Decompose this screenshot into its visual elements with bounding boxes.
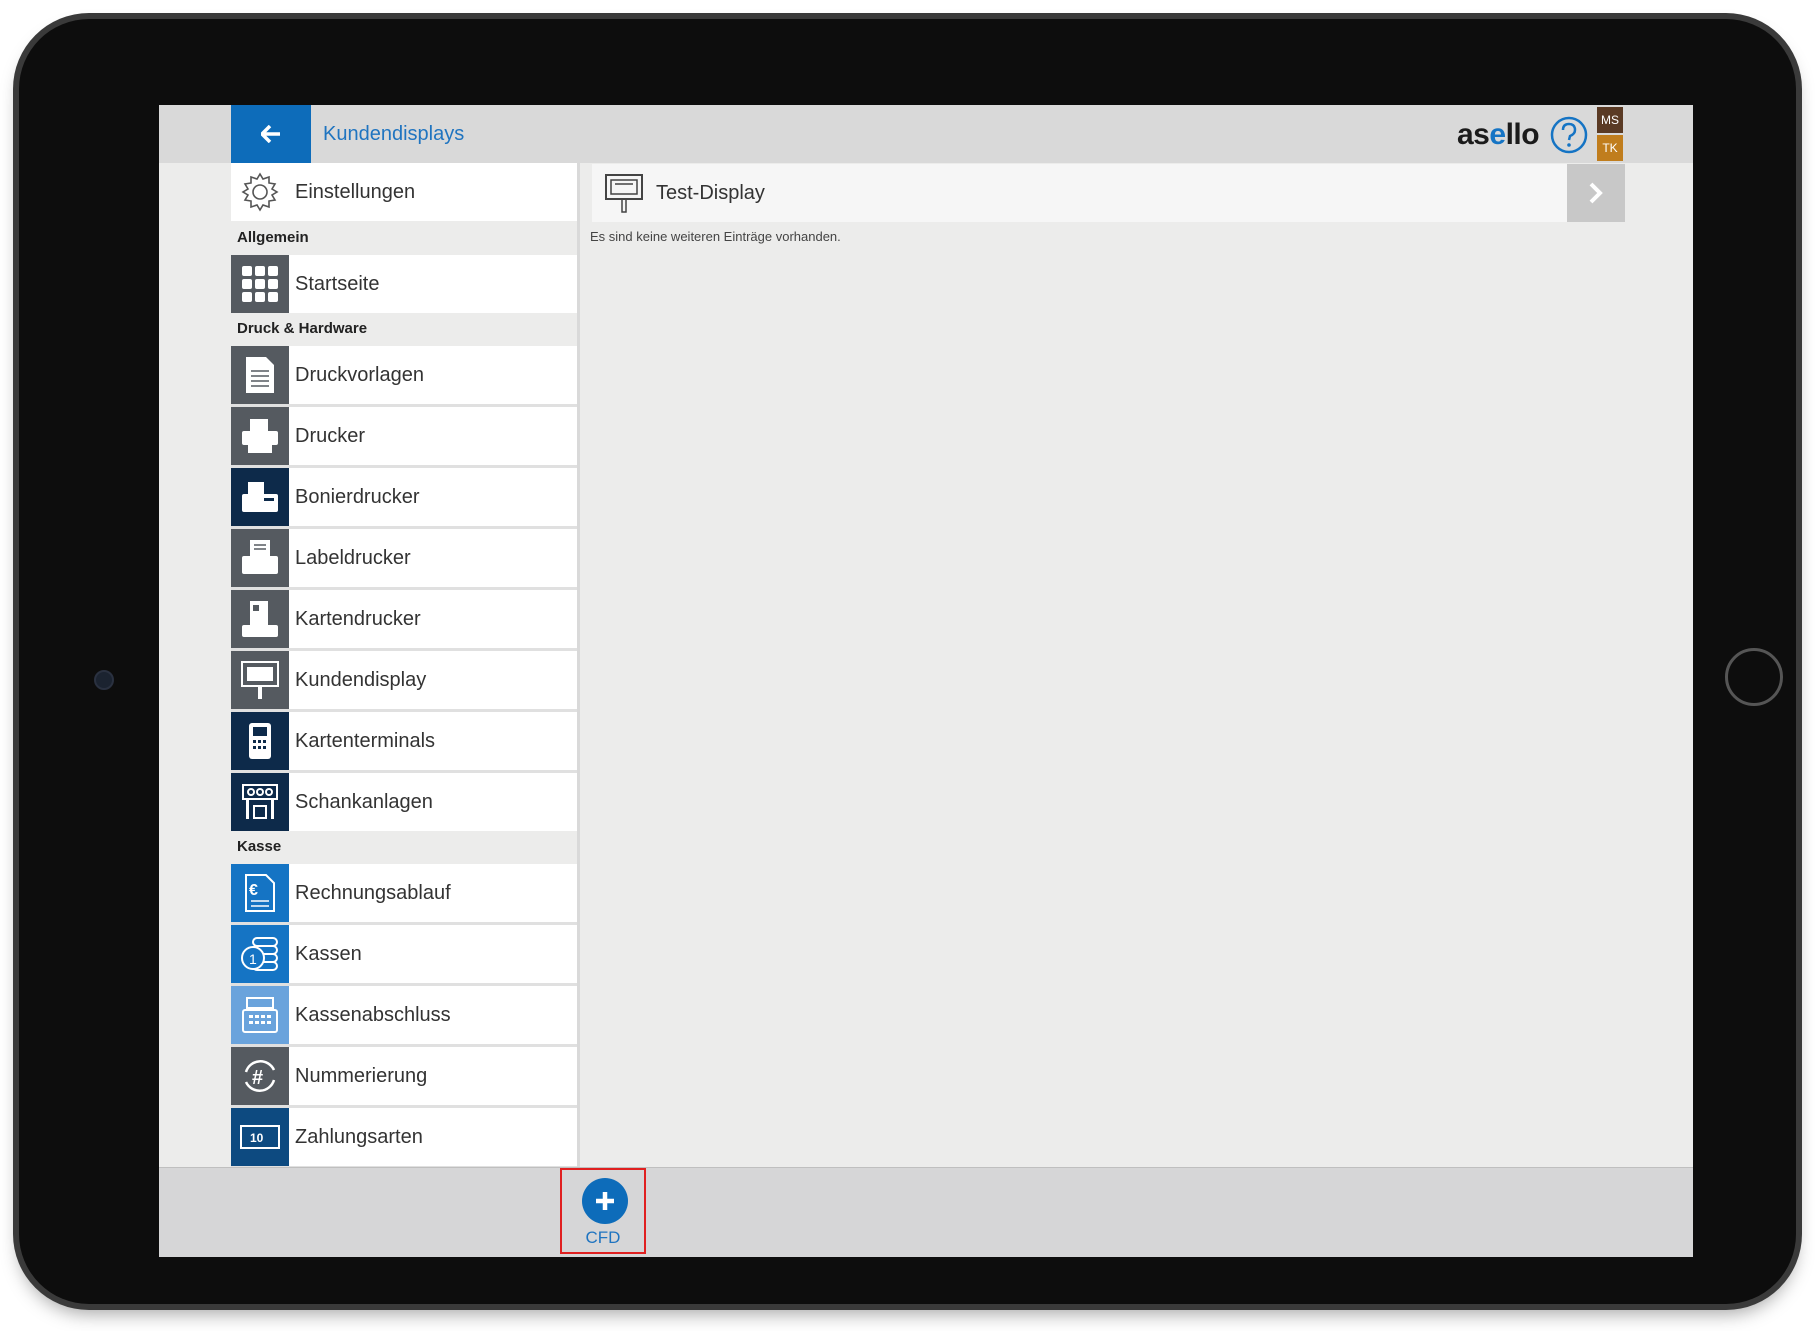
- document-icon: [231, 346, 289, 404]
- sidebar-item-label: Kartendrucker: [295, 608, 421, 630]
- sidebar-item-label: Kundendisplay: [295, 669, 427, 691]
- sidebar-item-label: Bonierdrucker: [295, 486, 420, 508]
- card-printer-icon: [231, 590, 289, 648]
- section-header-allgemein: Allgemein: [237, 229, 309, 246]
- sidebar-item-rechnungsablauf[interactable]: € Rechnungsablauf: [231, 864, 577, 922]
- gear-icon: [231, 163, 289, 221]
- receipt-printer-icon: [231, 468, 289, 526]
- bottom-toolbar: CFD: [159, 1167, 1693, 1257]
- camera: [94, 670, 114, 690]
- section-header-kasse: Kasse: [237, 838, 282, 855]
- customer-display-icon: [231, 651, 289, 709]
- banknote-icon: 10: [231, 1108, 289, 1166]
- sidebar-item-label: Labeldrucker: [295, 547, 411, 569]
- top-bar: Kundendisplays asello MS TK: [159, 105, 1693, 163]
- hash-cycle-icon: #: [231, 1047, 289, 1105]
- sidebar-item-einstellungen[interactable]: Einstellungen: [231, 163, 577, 221]
- sidebar-item-drucker[interactable]: Drucker: [231, 407, 577, 465]
- tablet-frame: Kundendisplays asello MS TK Einstellunge…: [19, 19, 1796, 1304]
- home-button[interactable]: [1725, 648, 1783, 706]
- customer-display-icon: [604, 172, 644, 219]
- cash-register-icon: [231, 986, 289, 1044]
- sidebar-item-label: Einstellungen: [295, 181, 416, 203]
- tap-system-icon: [231, 773, 289, 831]
- asello-logo: asello: [1457, 118, 1540, 151]
- sidebar-item-kassen[interactable]: 1 Kassen: [231, 925, 577, 983]
- plus-icon: [582, 1178, 628, 1224]
- svg-text:#: #: [252, 1067, 263, 1089]
- help-icon[interactable]: [1549, 115, 1589, 155]
- add-cfd-button[interactable]: CFD: [560, 1168, 646, 1254]
- sidebar-item-label: Schankanlagen: [295, 791, 433, 813]
- sidebar-item-label: Kartenterminals: [295, 730, 436, 752]
- svg-text:€: €: [249, 882, 258, 899]
- page-title: Kundendisplays: [323, 123, 465, 145]
- coins-icon: 1: [231, 925, 289, 983]
- list-item-label: Test-Display: [656, 182, 765, 204]
- list-item-test-display[interactable]: Test-Display: [592, 164, 1625, 222]
- sidebar-item-label: Kassenabschluss: [295, 1004, 451, 1026]
- sidebar-item-kartendrucker[interactable]: Kartendrucker: [231, 590, 577, 648]
- grid-icon: [231, 255, 289, 313]
- sidebar-item-kassenabschluss[interactable]: Kassenabschluss: [231, 986, 577, 1044]
- printer-icon: [231, 407, 289, 465]
- back-button[interactable]: [231, 105, 311, 163]
- invoice-euro-icon: €: [231, 864, 289, 922]
- sidebar-item-label: Kassen: [295, 943, 362, 965]
- sidebar-item-label: Nummerierung: [295, 1065, 428, 1087]
- empty-message: Es sind keine weiteren Einträge vorhande…: [590, 229, 841, 244]
- add-button-label: CFD: [585, 1228, 621, 1247]
- section-header-druck-hardware: Druck & Hardware: [237, 320, 368, 337]
- sidebar-item-zahlungsarten[interactable]: 10 Zahlungsarten: [231, 1108, 577, 1166]
- sidebar-item-schankanlagen[interactable]: Schankanlagen: [231, 773, 577, 831]
- sidebar-item-label: Startseite: [295, 273, 380, 295]
- sidebar: Einstellungen Allgemein Startseite Druck…: [231, 163, 580, 1167]
- sidebar-item-startseite[interactable]: Startseite: [231, 255, 577, 313]
- svg-text:1: 1: [249, 951, 257, 967]
- sidebar-item-nummerierung[interactable]: # Nummerierung: [231, 1047, 577, 1105]
- sidebar-item-bonierdrucker[interactable]: Bonierdrucker: [231, 468, 577, 526]
- sidebar-item-label: Drucker: [295, 425, 366, 447]
- app-screen: Kundendisplays asello MS TK Einstellunge…: [159, 105, 1693, 1257]
- label-printer-icon: [231, 529, 289, 587]
- sidebar-item-label: Zahlungsarten: [295, 1126, 423, 1148]
- sidebar-item-kundendisplay[interactable]: Kundendisplay: [231, 651, 577, 709]
- sidebar-item-druckvorlagen[interactable]: Druckvorlagen: [231, 346, 577, 404]
- sidebar-item-label: Rechnungsablauf: [295, 882, 451, 904]
- user-badge-ms[interactable]: MS: [1597, 107, 1623, 133]
- sidebar-item-kartenterminals[interactable]: Kartenterminals: [231, 712, 577, 770]
- chevron-right-icon[interactable]: [1567, 164, 1625, 222]
- card-terminal-icon: [231, 712, 289, 770]
- svg-text:10: 10: [250, 1131, 264, 1145]
- arrow-left-icon: [261, 125, 280, 143]
- sidebar-item-labeldrucker[interactable]: Labeldrucker: [231, 529, 577, 587]
- sidebar-item-label: Druckvorlagen: [295, 364, 424, 386]
- user-badge-tk[interactable]: TK: [1597, 135, 1623, 161]
